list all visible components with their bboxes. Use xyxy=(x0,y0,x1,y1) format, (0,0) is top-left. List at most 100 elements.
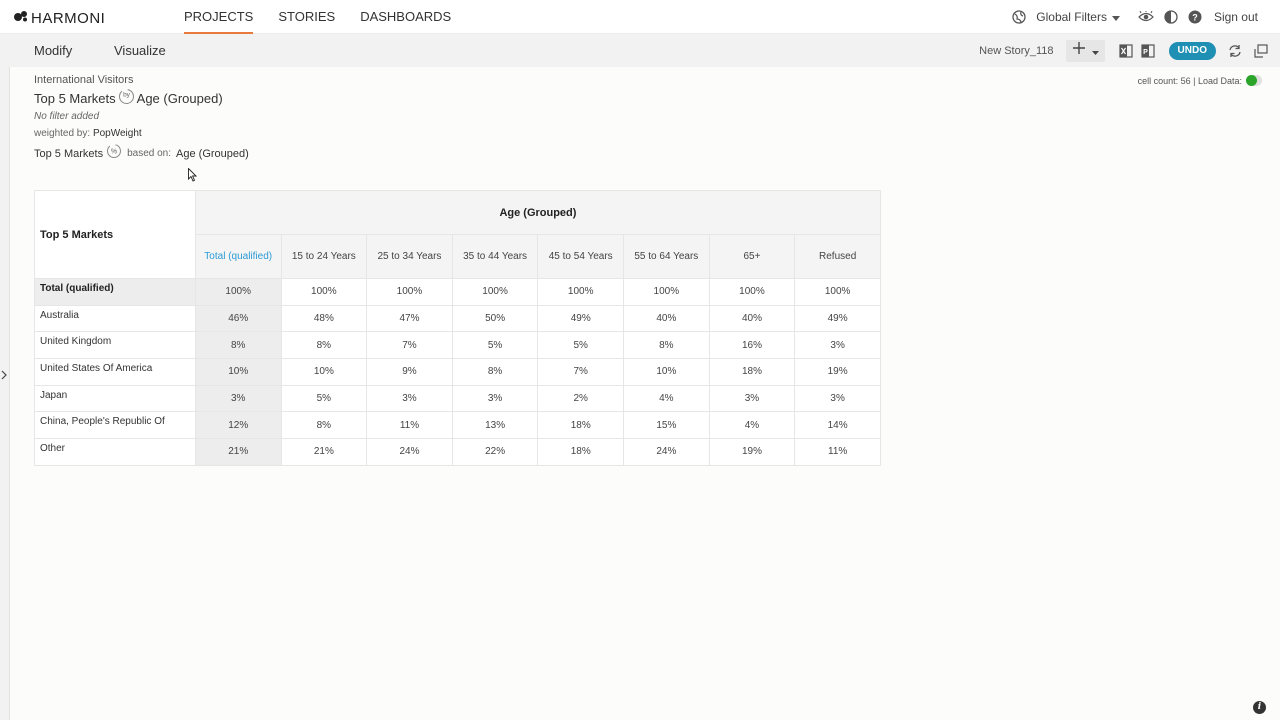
table-cell: 8% xyxy=(281,331,368,360)
table-row: Australia 46% 48% 47% 50% 49% 40% 40% 49% xyxy=(34,305,881,333)
column-header[interactable]: 15 to 24 Years xyxy=(281,234,368,279)
powerpoint-export-icon[interactable]: P xyxy=(1140,43,1155,58)
table-cell: 11% xyxy=(366,411,453,440)
contrast-icon[interactable] xyxy=(1164,10,1178,24)
global-filters-button[interactable]: Global Filters xyxy=(1036,10,1120,24)
story-name: New Story_118 xyxy=(979,44,1054,57)
chevron-down-icon xyxy=(1111,10,1120,24)
table-cell: 14% xyxy=(794,411,881,440)
weight-label: weighted by: xyxy=(34,128,91,139)
column-header[interactable]: 35 to 44 Years xyxy=(452,234,539,279)
nav-tab-projects[interactable]: PROJECTS xyxy=(184,0,254,34)
filter-status: No filter added xyxy=(34,111,100,122)
table-cell: 10% xyxy=(281,358,368,386)
undo-button[interactable]: UNDO xyxy=(1168,41,1216,60)
main-nav: PROJECTS STORIES DASHBOARDS xyxy=(184,0,451,34)
column-header[interactable]: Total (qualified) xyxy=(195,234,282,279)
table-cell: 24% xyxy=(366,438,453,466)
column-header[interactable]: 45 to 54 Years xyxy=(537,234,625,279)
tab-visualize[interactable]: Visualize xyxy=(114,34,166,67)
based-on-value[interactable]: Age (Grouped) xyxy=(176,146,249,162)
table-row: China, People's Republic Of 12% 8% 11% 13% 18… xyxy=(34,411,881,440)
table-cell: 3% xyxy=(709,385,796,413)
table-cell: 10% xyxy=(195,358,282,386)
table-cell: 7% xyxy=(366,331,453,360)
group-header-row: Top 5 Markets Age (Grouped) xyxy=(34,190,882,279)
table-row: United Kingdom 8% 8% 7% 5% 5% 8% 16% 3% xyxy=(34,331,881,360)
svg-text:by: by xyxy=(123,92,131,99)
table-row: United States Of America 10% 10% 9% 8% 7% 10% 1… xyxy=(34,358,881,386)
globe-icon[interactable] xyxy=(1012,10,1026,24)
column-header[interactable]: 25 to 34 Years xyxy=(366,234,453,279)
table-cell: 46% xyxy=(195,305,282,333)
row-header[interactable]: Japan xyxy=(34,385,196,413)
table-body: Total (qualified) 100% 100% 100% 100% 100% 100… xyxy=(34,278,881,466)
toggle-knob xyxy=(1246,75,1257,86)
story-actions: New Story_118 P UNDO xyxy=(979,34,1268,67)
help-icon[interactable]: ? xyxy=(1188,10,1202,24)
row-header[interactable]: Australia xyxy=(34,305,196,333)
table-cell: 9% xyxy=(366,358,453,386)
table-cell: 24% xyxy=(623,438,710,466)
plus-icon xyxy=(1072,41,1086,60)
table-row: Other 21% 21% 24% 22% 18% 24% 19% 11% xyxy=(34,438,881,466)
row-variable[interactable]: Top 5 Markets xyxy=(34,90,116,108)
table-row: Japan 3% 5% 3% 3% 2% 4% 3% 3% xyxy=(34,385,881,413)
table-cell: 8% xyxy=(452,358,539,386)
weight-info: weighted by: PopWeight xyxy=(34,125,249,143)
nav-tab-dashboards[interactable]: DASHBOARDS xyxy=(360,0,451,34)
table-cell: 100% xyxy=(709,278,796,306)
table-cell: 3% xyxy=(195,385,282,413)
table-cell: 100% xyxy=(537,278,625,306)
table-cell: 40% xyxy=(709,305,796,333)
swap-icon[interactable] xyxy=(1254,43,1268,58)
column-variable[interactable]: Age (Grouped) xyxy=(137,90,223,108)
table-cell: 8% xyxy=(623,331,710,360)
tab-modify[interactable]: Modify xyxy=(34,34,72,67)
chevron-down-icon xyxy=(1091,42,1099,60)
table-cell: 3% xyxy=(794,331,881,360)
dataset-name: International Visitors xyxy=(34,74,134,86)
percent-icon: % xyxy=(106,143,122,164)
table-cell: 3% xyxy=(794,385,881,413)
column-header[interactable]: 55 to 64 Years xyxy=(623,234,710,279)
table-cell: 18% xyxy=(537,411,625,440)
table-cell: 100% xyxy=(195,278,282,306)
corner-header: Top 5 Markets xyxy=(34,190,196,279)
column-header[interactable]: Refused xyxy=(794,234,881,279)
table-title: Top 5 Markets by Age (Grouped) xyxy=(34,88,249,110)
table-cell: 2% xyxy=(537,385,625,413)
svg-text:P: P xyxy=(1143,49,1148,56)
column-header[interactable]: 65+ xyxy=(709,234,796,279)
table-cell: 5% xyxy=(452,331,539,360)
eye-icon[interactable] xyxy=(1138,11,1154,23)
row-header[interactable]: Other xyxy=(34,438,196,466)
side-panel-toggle[interactable] xyxy=(0,67,10,720)
row-header[interactable]: Total (qualified) xyxy=(34,278,196,306)
column-group-header[interactable]: Age (Grouped) xyxy=(195,190,882,235)
load-data-toggle[interactable] xyxy=(1246,75,1262,86)
row-header[interactable]: United Kingdom xyxy=(34,331,196,360)
sign-out-link[interactable]: Sign out xyxy=(1214,10,1258,24)
nav-actions: Global Filters ? Sign out xyxy=(1012,0,1258,34)
nav-tab-stories[interactable]: STORIES xyxy=(278,0,335,34)
add-to-story-button[interactable] xyxy=(1065,39,1105,62)
table-cell: 21% xyxy=(195,438,282,466)
table-cell: 22% xyxy=(452,438,539,466)
top-nav: HARMONI PROJECTS STORIES DASHBOARDS Glob… xyxy=(0,0,1280,34)
global-filters-label: Global Filters xyxy=(1036,10,1107,24)
table-cell: 19% xyxy=(709,438,796,466)
refresh-icon[interactable] xyxy=(1228,44,1242,58)
info-icon[interactable]: i xyxy=(1253,701,1266,714)
table-cell: 8% xyxy=(195,331,282,360)
weight-value[interactable]: PopWeight xyxy=(93,128,142,139)
base-row-variable: Top 5 Markets xyxy=(34,147,104,160)
table-cell: 5% xyxy=(537,331,625,360)
table-cell: 5% xyxy=(281,385,368,413)
excel-export-icon[interactable] xyxy=(1118,43,1133,58)
row-header[interactable]: China, People's Republic Of xyxy=(34,411,196,440)
row-header[interactable]: United States Of America xyxy=(34,358,196,386)
brand-logo[interactable]: HARMONI xyxy=(14,9,105,27)
svg-text:?: ? xyxy=(1192,13,1198,23)
svg-text:%: % xyxy=(111,149,117,156)
